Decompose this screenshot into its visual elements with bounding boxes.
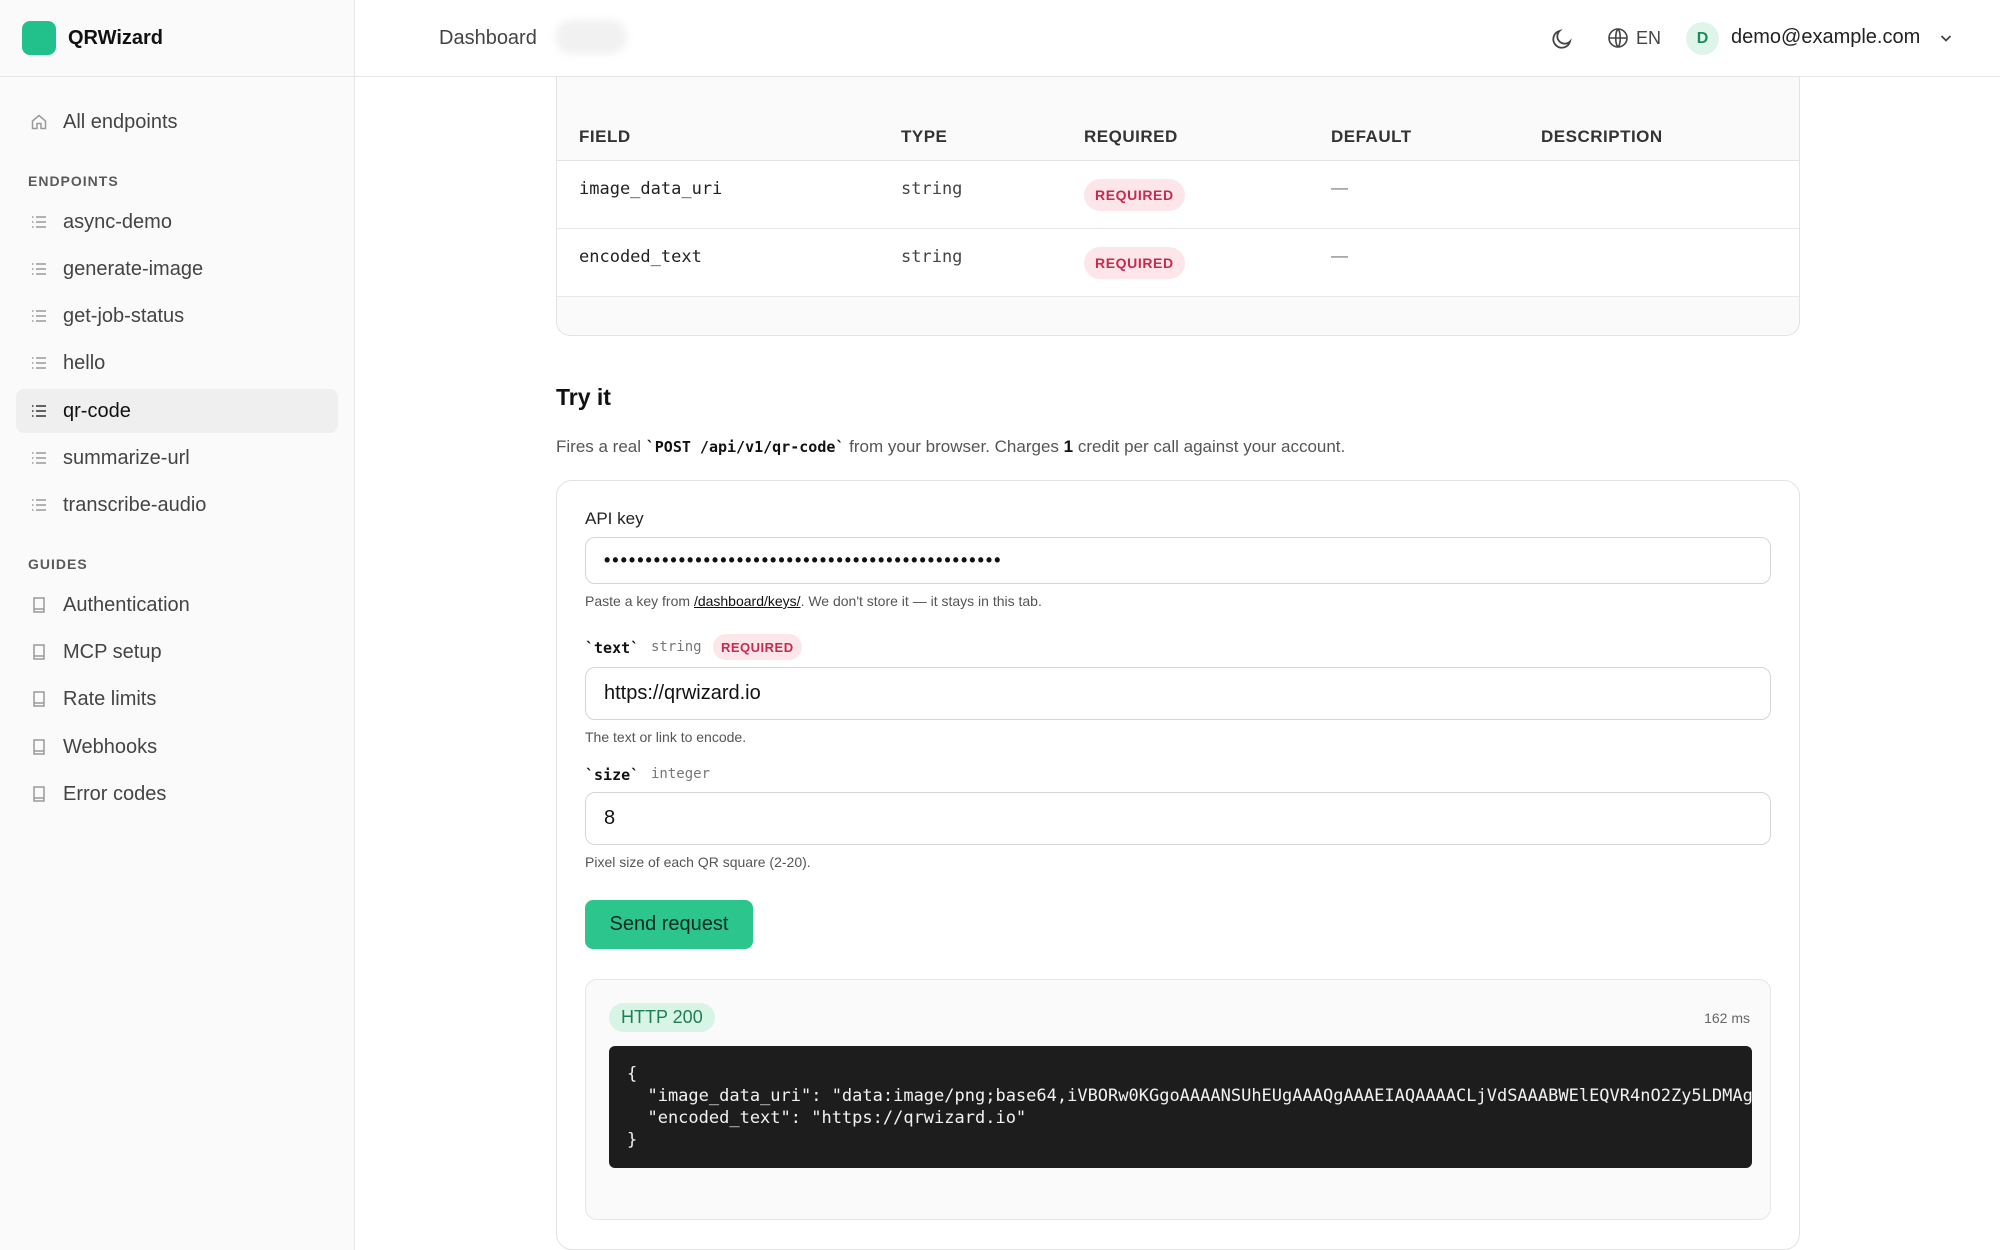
home-icon (30, 113, 48, 131)
sidebar-item-label: hello (63, 351, 106, 374)
text-field-type: string (651, 639, 702, 655)
sidebar-item-all-endpoints[interactable]: All endpoints (16, 100, 338, 144)
api-key-input[interactable]: ••••••••••••••••••••••••••••••••••••••••… (585, 537, 1771, 584)
try-it-form: API key ••••••••••••••••••••••••••••••••… (556, 480, 1800, 1250)
sidebar-item-label: generate-image (63, 257, 204, 280)
breadcrumb[interactable]: Dashboard (439, 27, 537, 50)
endpoint-code: `POST /api/v1/qr-code` (645, 438, 845, 456)
sidebar-item-label: qr-code (63, 399, 131, 422)
keys-link[interactable]: /dashboard/keys/ (694, 593, 801, 609)
desc-text: Fires a real (556, 437, 646, 456)
user-email[interactable]: demo@example.com (1731, 26, 1920, 49)
desc-text: credit per call against your account. (1073, 437, 1346, 456)
required-badge: REQUIRED (713, 634, 802, 660)
sidebar-item-label: summarize-url (63, 446, 190, 469)
globe-icon[interactable] (1607, 27, 1629, 49)
sidebar-item-rate-limits[interactable]: Rate limits (16, 677, 338, 721)
response-fields-table: FIELD TYPE REQUIRED DEFAULT DESCRIPTION … (556, 77, 1800, 336)
try-it-description: Fires a real `POST /api/v1/qr-code` from… (556, 437, 1345, 457)
hint-text: . We don't store it — it stays in this t… (800, 593, 1042, 609)
api-key-hint: Paste a key from /dashboard/keys/. We do… (585, 593, 1042, 609)
sidebar-item-hello[interactable]: hello (16, 341, 338, 385)
sidebar-item-authentication[interactable]: Authentication (16, 583, 338, 627)
sidebar-item-label: get-job-status (63, 304, 185, 327)
sidebar-item-label: async-demo (63, 210, 172, 233)
avatar[interactable]: D (1686, 22, 1719, 55)
chevron-down-icon[interactable] (1938, 30, 1954, 46)
size-input[interactable]: 8 (585, 792, 1771, 845)
field-default: — (1331, 246, 1348, 265)
list-icon (30, 354, 48, 372)
language-selector[interactable]: EN (1636, 28, 1661, 49)
desc-text: from your browser. Charges (844, 437, 1064, 456)
send-request-button[interactable]: Send request (585, 900, 753, 949)
field-default: — (1331, 178, 1348, 197)
size-field-type: integer (651, 766, 711, 782)
sidebar-item-label: All endpoints (63, 110, 178, 133)
field-name: encoded_text (579, 247, 702, 267)
sidebar-item-summarize-url[interactable]: summarize-url (16, 436, 338, 480)
status-badge: HTTP 200 (609, 1003, 715, 1032)
book-icon (30, 596, 48, 614)
text-hint: The text or link to encode. (585, 729, 747, 745)
try-it-title: Try it (556, 384, 611, 410)
book-icon (30, 690, 48, 708)
column-header-default: DEFAULT (1331, 127, 1412, 146)
column-header-field: FIELD (579, 127, 631, 146)
sidebar-item-error-codes[interactable]: Error codes (16, 772, 338, 816)
list-icon (30, 449, 48, 467)
brand-name: QRWizard (68, 26, 164, 49)
breadcrumb-current-blurred (555, 20, 627, 54)
column-header-type: TYPE (901, 127, 948, 146)
response-time: 162 ms (1704, 1010, 1750, 1026)
size-field-name: `size` (585, 766, 640, 784)
book-icon (30, 738, 48, 756)
sidebar-item-transcribe-audio[interactable]: transcribe-audio (16, 483, 338, 527)
hint-text: Paste a key from (585, 593, 694, 609)
sidebar-item-label: MCP setup (63, 640, 162, 663)
sidebar-item-async-demo[interactable]: async-demo (16, 200, 338, 244)
field-name: image_data_uri (579, 179, 723, 199)
sidebar-item-qr-code[interactable]: qr-code (16, 389, 338, 433)
sidebar-item-label: transcribe-audio (63, 493, 207, 516)
section-label-endpoints: ENDPOINTS (28, 173, 119, 189)
sidebar-item-label: Error codes (63, 782, 167, 805)
text-input[interactable]: https://qrwizard.io (585, 667, 1771, 720)
list-icon (30, 213, 48, 231)
response-body[interactable]: { "image_data_uri": "data:image/png;base… (609, 1046, 1752, 1168)
topbar: Dashboard EN D demo@example.com (355, 0, 2000, 77)
text-field-name: `text` (585, 639, 640, 657)
size-hint: Pixel size of each QR square (2-20). (585, 854, 811, 870)
field-type: string (901, 247, 963, 267)
table-row: encoded_text string REQUIRED — (557, 229, 1799, 297)
table-row: image_data_uri string REQUIRED — (557, 161, 1799, 229)
sidebar-item-label: Rate limits (63, 687, 157, 710)
sidebar-item-generate-image[interactable]: generate-image (16, 247, 338, 291)
sidebar-item-mcp-setup[interactable]: MCP setup (16, 630, 338, 674)
required-badge: REQUIRED (1084, 247, 1185, 279)
list-icon (30, 402, 48, 420)
sidebar: QRWizard All endpoints ENDPOINTS async-d… (0, 0, 355, 1250)
section-label-guides: GUIDES (28, 556, 88, 572)
response-panel: HTTP 200 162 ms { "image_data_uri": "dat… (585, 979, 1771, 1220)
column-header-required: REQUIRED (1084, 127, 1178, 146)
column-header-description: DESCRIPTION (1541, 127, 1663, 146)
moon-icon[interactable] (1550, 27, 1574, 51)
list-icon (30, 307, 48, 325)
list-icon (30, 260, 48, 278)
book-icon (30, 785, 48, 803)
api-key-label: API key (585, 509, 644, 528)
sidebar-item-label: Webhooks (63, 735, 158, 758)
sidebar-item-get-job-status[interactable]: get-job-status (16, 294, 338, 338)
brand-logo (22, 21, 56, 55)
field-type: string (901, 179, 963, 199)
book-icon (30, 643, 48, 661)
required-badge: REQUIRED (1084, 179, 1185, 211)
list-icon (30, 496, 48, 514)
credit-count: 1 (1063, 437, 1074, 456)
sidebar-item-label: Authentication (63, 593, 190, 616)
sidebar-item-webhooks[interactable]: Webhooks (16, 725, 338, 769)
brand[interactable]: QRWizard (0, 0, 354, 77)
